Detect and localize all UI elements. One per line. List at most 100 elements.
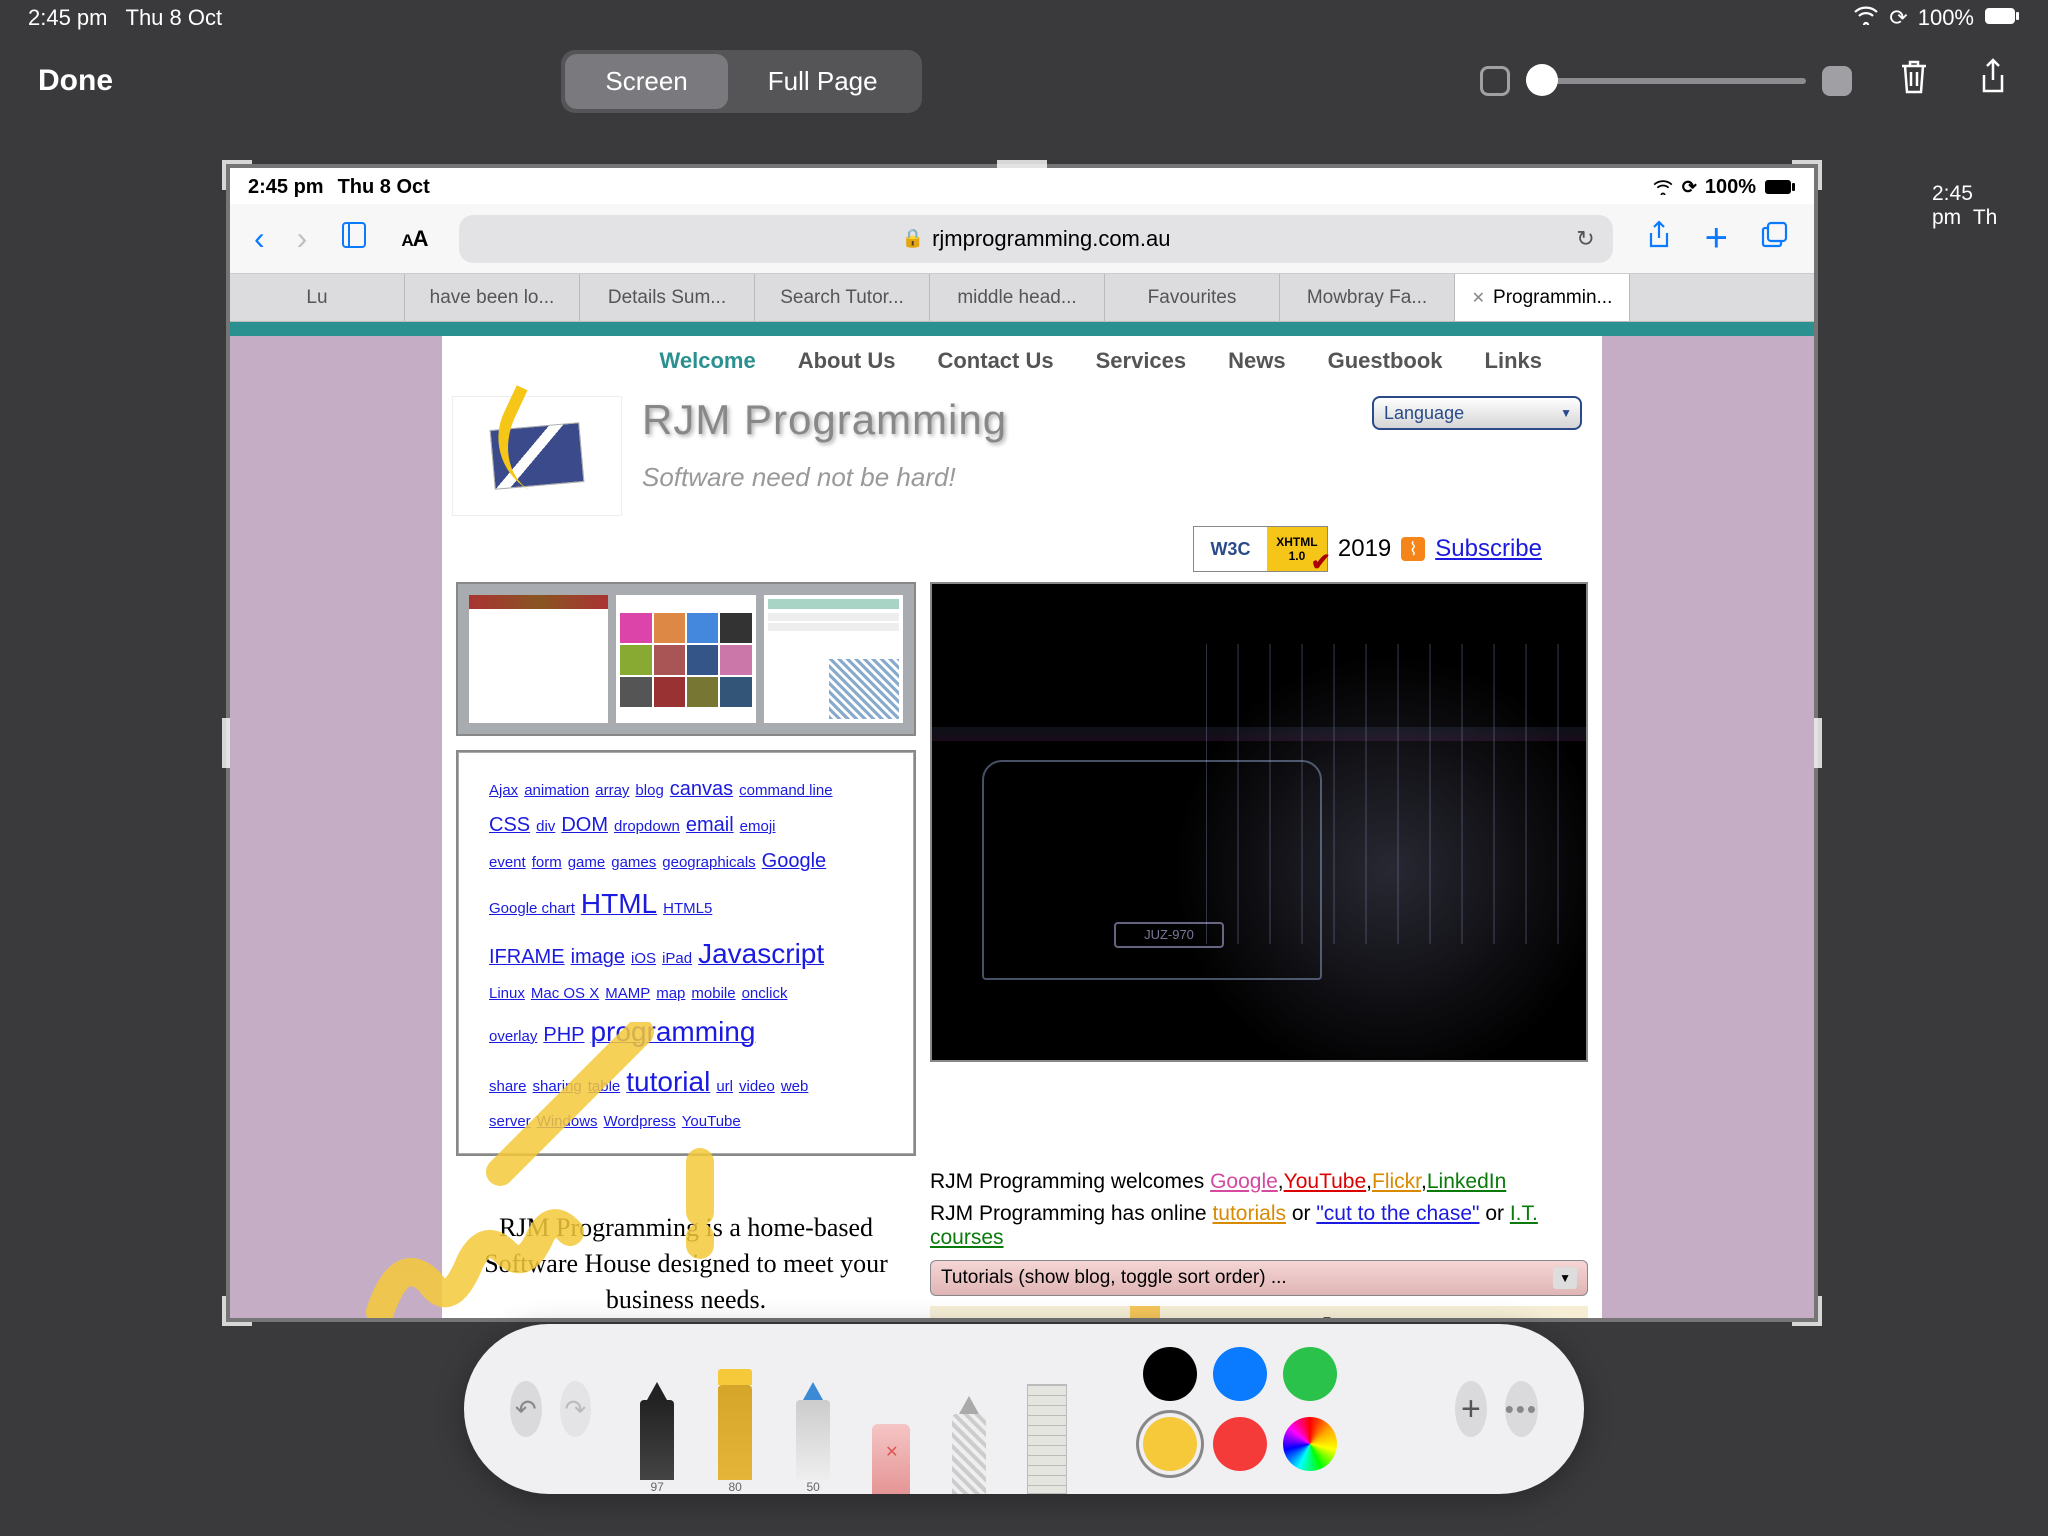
add-shape-button[interactable]: + (1455, 1381, 1487, 1437)
tag-javascript[interactable]: Javascript (698, 938, 824, 969)
tab-2[interactable]: Details Sum... (580, 274, 755, 321)
tutorials-link[interactable]: tutorials (1212, 1202, 1286, 1225)
cut-link[interactable]: "cut to the chase" (1316, 1202, 1479, 1225)
tab-4[interactable]: middle head... (930, 274, 1105, 321)
next-screenshot-peek[interactable]: 2:45 pm Th Done (1922, 168, 2048, 248)
map-widget[interactable]: ▲ Enmore Reiby Ln Newtown High School of… (930, 1306, 1588, 1318)
back-icon[interactable]: ‹ (254, 220, 265, 257)
segment-full-page[interactable]: Full Page (728, 54, 918, 109)
tutorials-dropdown[interactable]: Tutorials (show blog, toggle sort order)… (930, 1260, 1588, 1296)
tag-html5[interactable]: HTML5 (663, 900, 712, 917)
tag-overlay[interactable]: overlay (489, 1028, 537, 1045)
tabs-icon[interactable] (1760, 220, 1790, 258)
tag-blog[interactable]: blog (635, 782, 663, 799)
tag-emoji[interactable]: emoji (740, 818, 776, 835)
language-dropdown[interactable]: Language (1372, 396, 1582, 430)
tag-url[interactable]: url (716, 1078, 733, 1095)
pencil-tool[interactable]: 50 (785, 1364, 841, 1494)
color-red[interactable] (1213, 1417, 1267, 1471)
tag-google-chart[interactable]: Google chart (489, 900, 575, 917)
nav-services[interactable]: Services (1096, 348, 1187, 386)
tag-animation[interactable]: animation (524, 782, 589, 799)
tag-game[interactable]: game (568, 854, 606, 871)
tag-command-line[interactable]: command line (739, 782, 832, 799)
link-google[interactable]: Google (1210, 1170, 1278, 1193)
bookmarks-icon[interactable] (339, 220, 369, 258)
ruler-tool[interactable] (1019, 1364, 1075, 1494)
highlighter-tool[interactable]: 80 (707, 1344, 763, 1494)
link-youtube[interactable]: YouTube (1284, 1170, 1367, 1193)
nav-about[interactable]: About Us (798, 348, 896, 386)
tag-wordpress[interactable]: Wordpress (604, 1113, 676, 1130)
nav-links[interactable]: Links (1485, 348, 1542, 386)
capture-mode-segmented[interactable]: Screen Full Page (561, 50, 921, 113)
eraser-tool[interactable]: ✕ (863, 1364, 919, 1494)
link-flickr[interactable]: Flickr (1372, 1170, 1421, 1193)
redo-button[interactable]: ↷ (560, 1381, 592, 1437)
nav-guestbook[interactable]: Guestbook (1328, 348, 1443, 386)
tag-onclick[interactable]: onclick (742, 985, 788, 1002)
tag-array[interactable]: array (595, 782, 629, 799)
tab-6[interactable]: Mowbray Fa... (1280, 274, 1455, 321)
link-linkedin[interactable]: LinkedIn (1427, 1170, 1506, 1193)
reload-icon[interactable]: ↻ (1576, 226, 1594, 252)
tag-div[interactable]: div (536, 818, 555, 835)
share-icon[interactable] (1976, 57, 2010, 106)
tab-5[interactable]: Favourites (1105, 274, 1280, 321)
thumb-3[interactable] (763, 594, 904, 724)
tag-ipad[interactable]: iPad (662, 950, 692, 967)
crop-handle-tr[interactable] (1792, 160, 1822, 190)
tag-email[interactable]: email (686, 814, 734, 836)
tag-games[interactable]: games (611, 854, 656, 871)
new-tab-icon[interactable]: + (1705, 216, 1728, 261)
tag-form[interactable]: form (532, 854, 562, 871)
tag-web[interactable]: web (781, 1078, 809, 1095)
tag-geographicals[interactable]: geographicals (662, 854, 755, 871)
close-tab-icon[interactable]: ✕ (1472, 288, 1485, 308)
tag-linux[interactable]: Linux (489, 985, 525, 1002)
thumb-1[interactable] (468, 594, 609, 724)
pen-tool[interactable]: 97 (629, 1364, 685, 1494)
tag-canvas[interactable]: canvas (670, 778, 733, 800)
tag-php[interactable]: PHP (543, 1024, 584, 1046)
screenshot-canvas[interactable]: 2:45 pm Thu 8 Oct ⟳ 100% ‹ › AA 🔒 rjmpro… (230, 168, 1814, 1318)
tag-server[interactable]: server (489, 1113, 531, 1130)
opacity-slider[interactable] (1526, 78, 1806, 84)
tag-dom[interactable]: DOM (561, 814, 608, 836)
color-yellow[interactable] (1143, 1417, 1197, 1471)
tag-dropdown[interactable]: dropdown (614, 818, 680, 835)
tag-windows[interactable]: Windows (537, 1113, 598, 1130)
lasso-tool[interactable] (941, 1364, 997, 1494)
tag-ios[interactable]: iOS (631, 950, 656, 967)
color-picker[interactable] (1283, 1417, 1337, 1471)
crop-handle-top[interactable] (997, 160, 1047, 168)
tab-7-active[interactable]: ✕Programmin... (1455, 274, 1630, 321)
tab-3[interactable]: Search Tutor... (755, 274, 930, 321)
tab-1[interactable]: have been lo... (405, 274, 580, 321)
tag-image[interactable]: image (571, 946, 625, 968)
tag-tutorial[interactable]: tutorial (626, 1066, 710, 1097)
tag-sharing[interactable]: sharing (533, 1078, 582, 1095)
address-bar[interactable]: 🔒 rjmprogramming.com.au ↻ (459, 215, 1612, 263)
tag-video[interactable]: video (739, 1078, 775, 1095)
trash-icon[interactable] (1896, 57, 1932, 106)
tag-mobile[interactable]: mobile (691, 985, 735, 1002)
color-black[interactable] (1143, 1347, 1197, 1401)
subscribe-link[interactable]: Subscribe (1435, 535, 1542, 563)
tag-map[interactable]: map (656, 985, 685, 1002)
tag-html[interactable]: HTML (581, 888, 657, 919)
crop-handle-tl[interactable] (222, 160, 252, 190)
segment-screen[interactable]: Screen (565, 54, 727, 109)
safari-share-icon[interactable] (1645, 219, 1673, 259)
tag-share[interactable]: share (489, 1078, 527, 1095)
crop-handle-left[interactable] (222, 718, 230, 768)
done-button[interactable]: Done (38, 64, 113, 98)
tab-0[interactable]: Lu (230, 274, 405, 321)
tag-youtube[interactable]: YouTube (682, 1113, 741, 1130)
nav-welcome[interactable]: Welcome (660, 348, 756, 386)
slider-knob[interactable] (1526, 64, 1558, 96)
nav-news[interactable]: News (1228, 348, 1285, 386)
tag-google[interactable]: Google (762, 850, 827, 872)
tag-ajax[interactable]: Ajax (489, 782, 518, 799)
tag-mac-os-x[interactable]: Mac OS X (531, 985, 599, 1002)
